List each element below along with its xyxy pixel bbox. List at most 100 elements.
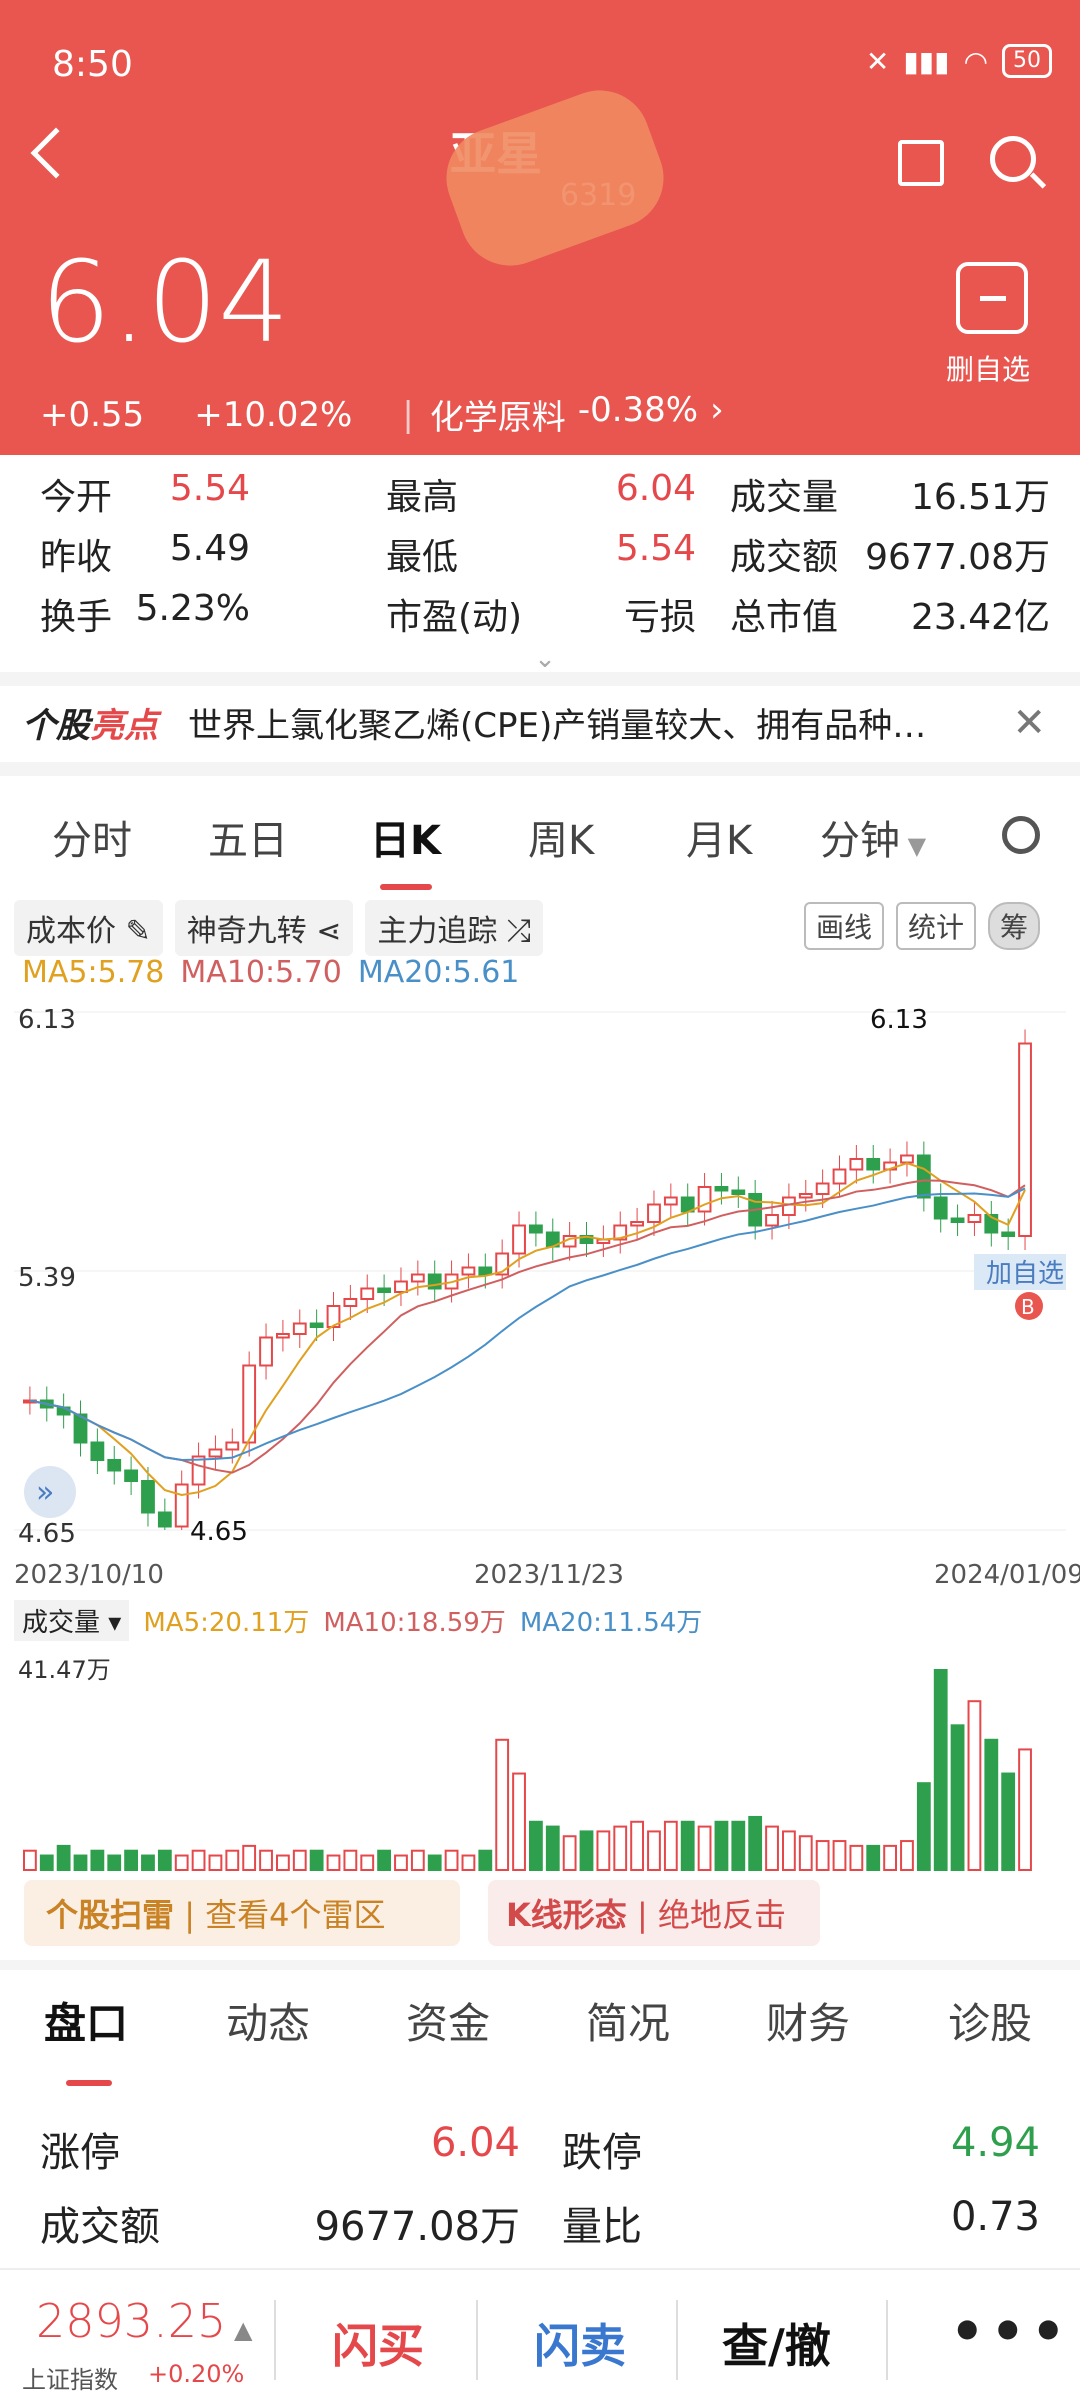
volume-bar — [292, 1849, 307, 1871]
date-start: 2023/10/10 — [14, 1560, 164, 1590]
expand-chevron-icon[interactable]: ⌄ — [40, 644, 1050, 674]
tool-label: 成本价 — [26, 914, 116, 949]
close-icon[interactable]: ✕ — [1012, 700, 1046, 746]
candle — [1001, 1231, 1016, 1237]
quote-value: 5.54 — [615, 528, 696, 569]
volume-bar — [157, 1849, 172, 1871]
query-cancel-button[interactable]: 查/撤 — [722, 2310, 831, 2376]
candle — [714, 1186, 729, 1192]
tab-diagnosis[interactable]: 诊股 — [948, 1990, 1032, 2051]
volume-bar — [697, 1825, 712, 1871]
date-mid: 2023/11/23 — [474, 1560, 624, 1590]
candle — [663, 1196, 678, 1206]
candle — [866, 1158, 881, 1171]
ma10-line — [29, 1179, 1026, 1474]
ratio-value: 0.73 — [950, 2194, 1040, 2240]
candle — [107, 1459, 122, 1472]
ma20-line — [29, 1187, 1026, 1462]
tab-funds[interactable]: 资金 — [406, 1990, 490, 2051]
tab-profile[interactable]: 简况 — [586, 1990, 670, 2051]
volume-bar — [680, 1820, 695, 1872]
candle — [309, 1322, 324, 1328]
volume-bar — [900, 1840, 914, 1871]
divider — [274, 2300, 276, 2380]
quote-value: 16.51万 — [910, 477, 1050, 518]
quote-grid: 今开 5.54 最高 6.04 成交量 16.51万 昨收 5.49 最低 5.… — [40, 468, 1050, 674]
back-icon[interactable] — [30, 127, 82, 179]
tab-five-day[interactable]: 五日 — [208, 808, 288, 866]
stats-button[interactable]: 统计 — [896, 902, 977, 950]
shuffle-icon: ⤮ — [506, 914, 531, 949]
candle — [157, 1511, 172, 1528]
volume-bar — [191, 1849, 206, 1871]
divider — [0, 1960, 1080, 1970]
kline-chart[interactable]: 6.13 5.39 4.65 6.13 4.65 » 加自选 B — [14, 1000, 1066, 1560]
tab-intraday[interactable]: 分时 — [52, 808, 132, 866]
remove-watchlist-button[interactable] — [956, 262, 1028, 334]
flash-buy-button[interactable]: 闪买 — [332, 2310, 424, 2376]
volume-bar — [1001, 1772, 1016, 1871]
tab-pankou[interactable]: 盘口 — [44, 1990, 128, 2051]
gear-icon[interactable] — [1002, 816, 1040, 854]
divider — [676, 2300, 678, 2380]
index-value[interactable]: 2893.25 — [36, 2294, 226, 2348]
volume-bar — [731, 1820, 746, 1872]
tab-finance[interactable]: 财务 — [766, 1990, 850, 2051]
y-axis-mid: 5.39 — [18, 1263, 76, 1293]
limit-up-value: 6.04 — [430, 2120, 520, 2166]
volume-bar — [950, 1724, 965, 1871]
remove-watchlist-label[interactable]: 删自选 — [946, 348, 1030, 388]
chart-pills: 画线 统计 筹 — [804, 902, 1041, 950]
change-row: +0.55 +10.02% | 化学原料 -0.38% › — [40, 390, 724, 439]
pankou-row: 涨停 6.04 跌停 4.94 — [40, 2120, 1040, 2194]
tab-minute[interactable]: 分钟 ▼ — [820, 808, 926, 866]
tab-monthly-k[interactable]: 月K — [686, 808, 752, 866]
candle — [360, 1287, 375, 1300]
chip-toggle[interactable]: 筹 — [988, 902, 1041, 950]
sector-link[interactable]: 化学原料 -0.38% › — [430, 390, 724, 439]
candle — [950, 1217, 965, 1223]
volume-selector[interactable]: 成交量 ▾ — [14, 1600, 130, 1641]
ma-legend: MA5:5.78 MA10:5.70 MA20:5.61 — [22, 955, 519, 990]
chevron-right-icon: › — [710, 390, 724, 430]
draw-line-button[interactable]: 画线 — [804, 902, 885, 950]
cost-price-tool[interactable]: 成本价 ✎ — [14, 900, 163, 956]
flash-sell-button[interactable]: 闪卖 — [534, 2310, 626, 2376]
tab-news[interactable]: 动态 — [226, 1990, 310, 2051]
quote-row: 今开 5.54 最高 6.04 成交量 16.51万 — [40, 468, 1050, 528]
quote-label: 换手 — [40, 597, 113, 638]
sector-pct: -0.38% — [577, 390, 699, 430]
candle — [815, 1182, 830, 1195]
quote-label: 总市值 — [730, 597, 839, 638]
more-icon[interactable]: ••• — [950, 2300, 1072, 2363]
candle — [141, 1480, 155, 1514]
kline-label: K线形态 — [506, 1896, 627, 1934]
candle — [461, 1266, 476, 1276]
volume-bar — [984, 1738, 999, 1871]
volume-bar — [967, 1700, 982, 1871]
volume-chart[interactable]: 41.47万 — [14, 1650, 1066, 1880]
candle — [394, 1280, 408, 1293]
magic-nine-tool[interactable]: 神奇九转 ⋖ — [174, 900, 354, 956]
divider: | — [402, 394, 414, 435]
volume-bar — [832, 1840, 847, 1871]
main-force-tool[interactable]: 主力追踪 ⤮ — [365, 900, 543, 956]
share-node-icon: ⋖ — [316, 914, 342, 949]
tab-weekly-k[interactable]: 周K — [528, 808, 594, 866]
highlight-text: 世界上氯化聚乙烯(CPE)产销量较大、拥有品种… — [188, 706, 927, 746]
tool-label: 主力追踪 — [377, 914, 498, 949]
tab-daily-k[interactable]: 日K — [370, 808, 441, 866]
chevron-down-icon: ▼ — [900, 832, 927, 860]
volume-bar — [512, 1772, 526, 1871]
volume-bar — [630, 1820, 645, 1872]
volume-bar — [613, 1825, 628, 1871]
share-icon[interactable] — [898, 140, 944, 186]
chart-tools: 成本价 ✎ 神奇九转 ⋖ 主力追踪 ⤮ — [14, 900, 543, 956]
highlight-bar[interactable]: 个股亮点 世界上氯化聚乙烯(CPE)产销量较大、拥有品种… — [22, 698, 926, 747]
search-icon[interactable] — [990, 136, 1036, 182]
volume-bar — [90, 1849, 105, 1871]
candle — [208, 1448, 223, 1458]
candle — [900, 1154, 914, 1164]
volume-bar — [444, 1849, 459, 1871]
ma10-label: MA10:5.70 — [180, 955, 342, 990]
